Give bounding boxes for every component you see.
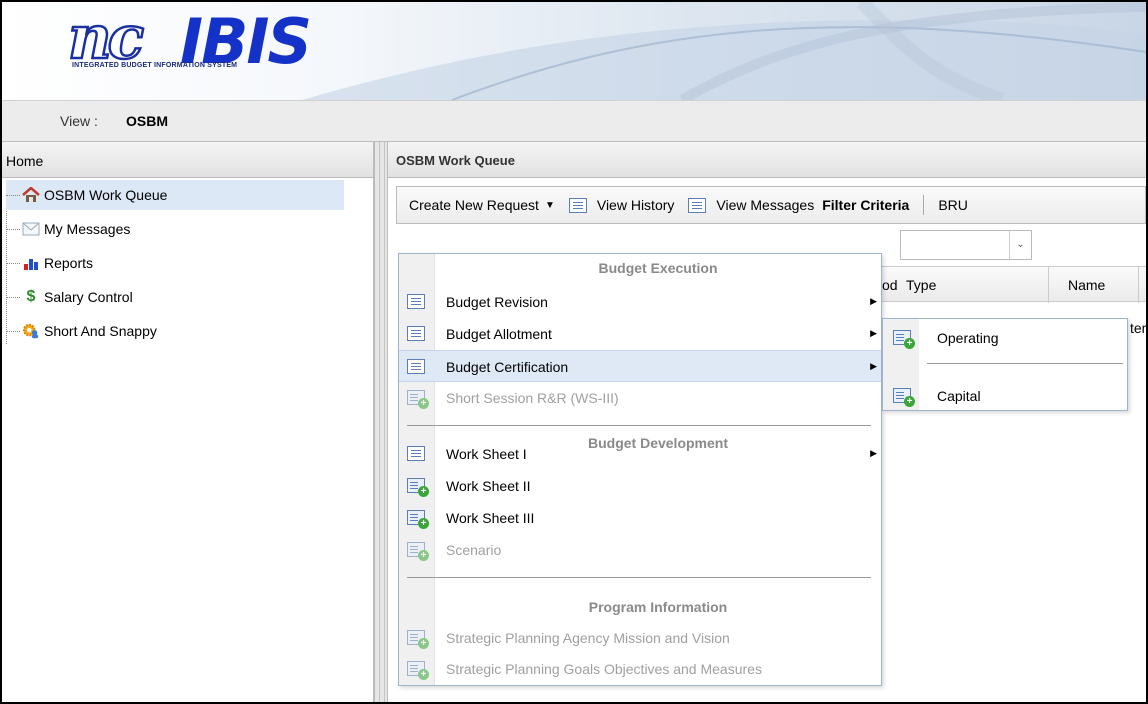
nav-item-osbm-work-queue[interactable]: OSBM Work Queue	[6, 180, 344, 210]
home-icon	[22, 187, 40, 203]
submenu-arrow-icon: ▶	[870, 328, 877, 338]
submenu-arrow-icon: ▶	[870, 361, 877, 371]
grid-header: od Type Name	[874, 266, 1146, 303]
dollar-icon: $	[26, 288, 36, 305]
menu-item-label: Strategic Planning Goals Objectives and …	[446, 661, 762, 677]
nav-item-salary-control[interactable]: $ Salary Control	[6, 282, 344, 312]
menu-separator	[407, 577, 871, 578]
view-bar: View : OSBM	[2, 100, 1146, 142]
list-icon	[568, 197, 587, 213]
work-queue-toolbar: Create New Request ▼ View History View M…	[396, 186, 1146, 224]
nav-item-label: OSBM Work Queue	[44, 187, 168, 203]
list-icon	[407, 359, 425, 374]
list-icon	[407, 326, 425, 341]
view-label: View :	[60, 113, 98, 129]
menu-item-strategic-mission-vision: Strategic Planning Agency Mission and Vi…	[399, 622, 881, 654]
nav-item-label: My Messages	[44, 221, 131, 237]
list-icon	[407, 294, 425, 309]
menu-item-label: Scenario	[446, 542, 502, 558]
menu-item-label: Budget Revision	[446, 294, 548, 310]
view-history-label: View History	[596, 197, 675, 213]
submenu-item-label: Operating	[937, 330, 999, 346]
grid-filter-select[interactable]: ⌄	[900, 230, 1032, 260]
menu-item-label: Work Sheet II	[446, 478, 531, 494]
view-messages-button[interactable]: View Messages	[688, 197, 814, 213]
menu-item-label: Budget Allotment	[446, 326, 552, 342]
chevron-down-icon: ⌄	[1009, 231, 1031, 259]
header-banner: nc IBIS INTEGRATED BUDGET INFORMATION SY…	[2, 2, 1146, 100]
submenu-arrow-icon: ▶	[870, 448, 877, 458]
bar-chart-icon	[22, 255, 40, 271]
add-list-icon	[407, 542, 429, 561]
add-list-icon	[407, 630, 429, 649]
bru-label: BRU	[938, 197, 968, 213]
view-messages-label: View Messages	[716, 197, 815, 213]
add-list-icon	[407, 661, 429, 680]
menu-item-label: Work Sheet I	[446, 446, 527, 462]
menu-item-scenario: Scenario	[399, 534, 881, 566]
ncibis-logo: nc IBIS INTEGRATED BUDGET INFORMATION SY…	[67, 5, 338, 74]
nav-item-reports[interactable]: Reports	[6, 248, 344, 278]
gear-people-icon	[22, 323, 40, 339]
add-list-icon	[893, 330, 915, 349]
add-list-icon	[893, 388, 915, 407]
submenu-item-operating[interactable]: Operating	[883, 321, 1127, 353]
menu-item-short-session-rr: Short Session R&R (WS-III)	[399, 382, 881, 414]
add-list-icon	[407, 510, 429, 529]
toolbar-separator	[923, 195, 925, 215]
create-new-request-label: Create New Request	[409, 197, 539, 213]
create-new-request-menu: Budget Execution Budget Revision ▶ Budge…	[398, 253, 882, 686]
grid-col-period-partial[interactable]: od	[882, 277, 898, 293]
menu-item-label: Budget Certification	[446, 359, 569, 375]
list-icon	[688, 197, 707, 213]
logo-subtitle: INTEGRATED BUDGET INFORMATION SYSTEM	[72, 62, 238, 69]
menu-item-label: Work Sheet III	[446, 510, 535, 526]
logo-nc-text: nc	[67, 3, 146, 73]
filter-criteria-label: Filter Criteria	[822, 197, 910, 213]
nav-item-short-and-snappy[interactable]: Short And Snappy	[6, 316, 344, 346]
panel-splitter[interactable]	[374, 142, 388, 702]
view-value[interactable]: OSBM	[126, 113, 168, 129]
submenu-item-capital[interactable]: Capital	[883, 379, 1127, 411]
nav-item-label: Short And Snappy	[44, 323, 157, 339]
menu-item-work-sheet-ii[interactable]: Work Sheet II	[399, 470, 881, 502]
add-list-icon	[407, 390, 429, 409]
menu-item-strategic-goals-measures: Strategic Planning Goals Objectives and …	[399, 653, 881, 685]
add-list-icon	[407, 478, 429, 497]
nav-item-label: Salary Control	[44, 289, 133, 305]
menu-separator	[407, 425, 871, 426]
menu-item-work-sheet-iii[interactable]: Work Sheet III	[399, 502, 881, 534]
menu-heading-program-information: Program Information	[588, 599, 728, 615]
menu-item-budget-allotment[interactable]: Budget Allotment ▶	[399, 318, 881, 350]
menu-item-budget-revision[interactable]: Budget Revision ▶	[399, 286, 881, 318]
grid-col-name[interactable]: Name	[1068, 277, 1105, 293]
envelope-icon	[22, 221, 40, 237]
menu-item-label: Strategic Planning Agency Mission and Vi…	[446, 630, 730, 646]
create-new-request-button[interactable]: Create New Request ▼	[409, 197, 555, 213]
nav-item-label: Reports	[44, 255, 94, 271]
banner-swoosh-decoration	[302, 2, 1146, 100]
submenu-item-label: Capital	[937, 388, 981, 404]
submenu-separator	[927, 363, 1123, 364]
grid-row-fragment: tem	[1130, 320, 1146, 336]
menu-heading-budget-execution: Budget Execution	[598, 260, 718, 276]
nav-item-my-messages[interactable]: My Messages	[6, 214, 344, 244]
budget-certification-submenu: Operating Capital	[882, 318, 1128, 411]
nav-panel-title: Home	[2, 142, 373, 178]
app-window: nc IBIS INTEGRATED BUDGET INFORMATION SY…	[0, 0, 1148, 704]
list-icon	[407, 446, 425, 461]
view-history-button[interactable]: View History	[568, 197, 675, 213]
menu-item-label: Short Session R&R (WS-III)	[446, 390, 619, 406]
menu-item-budget-certification[interactable]: Budget Certification ▶	[399, 350, 881, 382]
submenu-arrow-icon: ▶	[870, 296, 877, 306]
menu-item-work-sheet-i[interactable]: Work Sheet I ▶	[399, 438, 881, 470]
navigation-panel: Home OSBM Work Queue My Messages Reports…	[2, 142, 374, 702]
grid-col-type[interactable]: Type	[906, 277, 936, 293]
work-queue-title: OSBM Work Queue	[388, 142, 1146, 178]
caret-down-icon: ▼	[544, 199, 555, 211]
